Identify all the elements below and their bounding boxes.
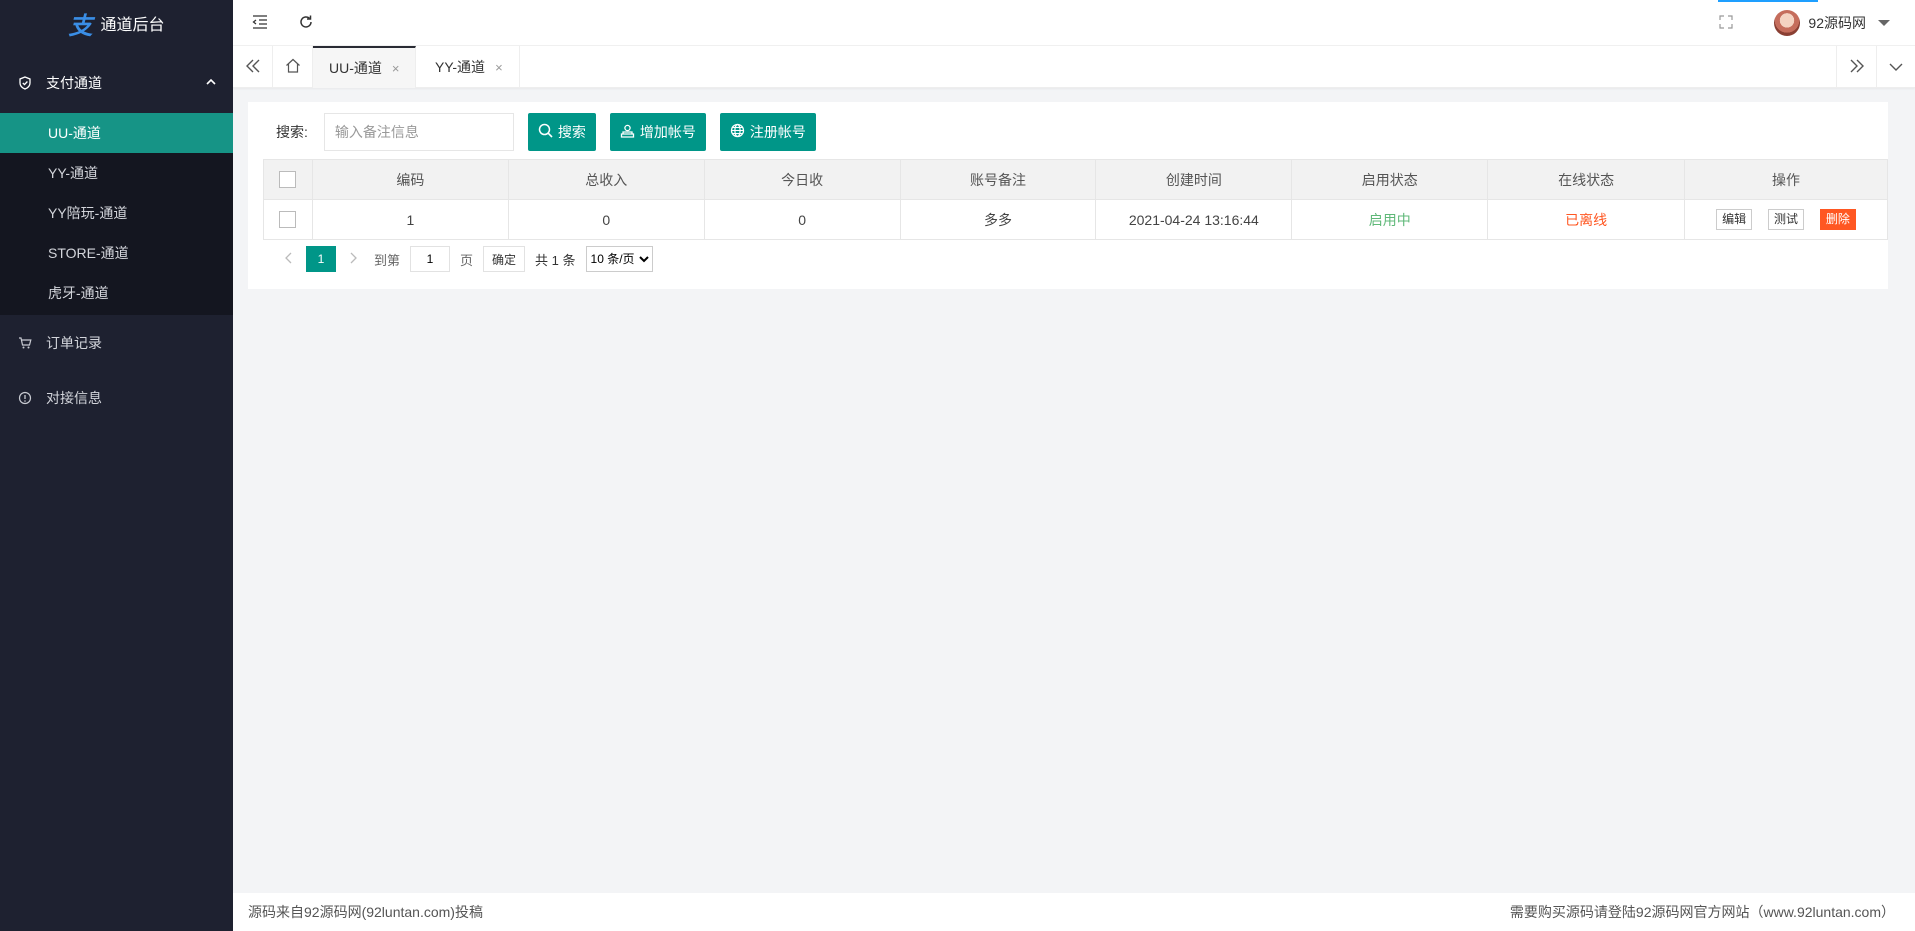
search-button[interactable]: 搜索 <box>527 113 596 151</box>
tab-uu[interactable]: UU-通道 × <box>313 46 417 88</box>
content-card: 搜索: 搜索 增加帐号 注册帐号 编码 <box>248 102 1888 289</box>
add-account-button[interactable]: 增加帐号 <box>609 113 706 151</box>
cell-online-status: 已离线 <box>1487 199 1686 240</box>
nav-group-payment: 支付通道 UU-通道 YY-通道 YY陪玩-通道 STORE-通道 虎牙-通道 <box>0 53 233 315</box>
tab-yy[interactable]: YY-通道 × <box>419 46 520 88</box>
page-size-select[interactable]: 10 条/页 <box>585 246 653 272</box>
sidebar-item-huya[interactable]: 虎牙-通道 <box>0 273 233 313</box>
search-label: 搜索: <box>276 124 308 140</box>
app-logo[interactable]: 支 通道后台 <box>0 0 233 46</box>
col-header-created[interactable]: 创建时间 <box>1095 159 1293 200</box>
top-header: 92源码网 <box>233 0 1915 46</box>
page-number-current[interactable]: 1 <box>306 246 336 272</box>
info-icon <box>18 391 32 405</box>
cell-remark: 多多 <box>899 199 1097 240</box>
sidebar-item-uu[interactable]: UU-通道 <box>0 113 233 153</box>
sidebar-item-integration-label: 对接信息 <box>46 389 102 406</box>
fullscreen-icon <box>1719 14 1733 32</box>
cell-actions: 编辑 测试 删除 <box>1684 199 1888 240</box>
delete-button[interactable]: 删除 <box>1819 209 1856 230</box>
table-header-row: 编码 总收入 今日收 账号备注 创建时间 启用状态 在线状态 操作 <box>263 159 1888 200</box>
register-account-button[interactable]: 注册帐号 <box>719 113 816 151</box>
sidebar-item-orders[interactable]: 订单记录 <box>0 315 233 370</box>
cell-enabled-status: 启用中 <box>1291 199 1489 240</box>
footer-left-text: 源码来自92源码网(92luntan.com)投稿 <box>248 904 483 920</box>
footer-right-text: 需要购买源码请登陆92源码网官方网站（www.92luntan.com） <box>1509 904 1895 920</box>
register-account-label: 注册帐号 <box>749 124 806 140</box>
sidebar-item-orders-label: 订单记录 <box>46 334 102 351</box>
menu-collapse-button[interactable] <box>240 0 280 46</box>
accounts-table: 编码 总收入 今日收 账号备注 创建时间 启用状态 在线状态 操作 1 0 0 … <box>263 159 1888 240</box>
row-checkbox[interactable] <box>279 211 297 229</box>
goto-label: 到第 <box>374 252 401 268</box>
shield-check-icon <box>18 76 32 90</box>
col-header-enabled[interactable]: 启用状态 <box>1291 159 1489 200</box>
select-all-cell <box>263 159 313 200</box>
close-icon[interactable]: × <box>495 60 503 75</box>
col-header-actions: 操作 <box>1684 159 1888 200</box>
tabs-scroll-right-button[interactable] <box>1836 46 1876 88</box>
double-chevron-left-icon <box>245 59 261 76</box>
footer: 源码来自92源码网(92luntan.com)投稿 需要购买源码请登陆92源码网… <box>233 893 1915 931</box>
add-user-icon <box>620 124 635 141</box>
tabs-scroll-left-button[interactable] <box>233 46 273 88</box>
indent-icon <box>252 14 268 32</box>
tabs-menu-button[interactable] <box>1876 46 1915 88</box>
pagination: 1 到第 页 确定 共 1 条 10 条/页 <box>276 245 653 273</box>
cart-icon <box>18 336 32 350</box>
app-title: 通道后台 <box>100 17 165 34</box>
fullscreen-button[interactable] <box>1706 0 1746 46</box>
select-all-checkbox[interactable] <box>279 171 297 189</box>
chevron-up-icon <box>205 75 217 91</box>
table-row: 1 0 0 多多 2021-04-24 13:16:44 启用中 已离线 编辑 … <box>263 199 1888 240</box>
col-header-today[interactable]: 今日收 <box>703 159 901 200</box>
col-header-online[interactable]: 在线状态 <box>1487 159 1686 200</box>
refresh-button[interactable] <box>286 0 326 46</box>
total-count: 共 1 条 <box>535 252 576 268</box>
page-unit-label: 页 <box>460 252 474 268</box>
cell-code: 1 <box>311 199 509 240</box>
globe-icon <box>730 123 745 141</box>
col-header-total[interactable]: 总收入 <box>507 159 705 200</box>
sidebar-item-yy-peiwan[interactable]: YY陪玩-通道 <box>0 193 233 233</box>
next-page-icon[interactable] <box>342 252 366 267</box>
search-toolbar: 搜索: 搜索 增加帐号 注册帐号 <box>276 112 816 152</box>
search-icon <box>538 123 553 141</box>
cell-today: 0 <box>703 199 901 240</box>
double-chevron-right-icon <box>1849 59 1865 76</box>
tab-uu-label: UU-通道 <box>329 60 382 76</box>
close-icon[interactable]: × <box>392 61 400 76</box>
nav-group-payment-label: 支付通道 <box>46 75 102 91</box>
cell-total: 0 <box>507 199 705 240</box>
col-header-code[interactable]: 编码 <box>311 159 509 200</box>
prev-page-icon[interactable] <box>276 252 300 267</box>
user-name: 92源码网 <box>1808 15 1866 31</box>
avatar <box>1774 10 1801 36</box>
row-select-cell <box>263 199 313 240</box>
cell-created: 2021-04-24 13:16:44 <box>1095 199 1293 240</box>
caret-down-icon <box>1878 20 1890 26</box>
nav-group-payment-header[interactable]: 支付通道 <box>0 53 233 113</box>
logo-mark: 支 <box>68 12 93 40</box>
test-button[interactable]: 测试 <box>1768 209 1805 230</box>
edit-button[interactable]: 编辑 <box>1716 209 1753 230</box>
payment-submenu: UU-通道 YY-通道 YY陪玩-通道 STORE-通道 虎牙-通道 <box>0 113 233 315</box>
goto-confirm-button[interactable]: 确定 <box>483 246 526 272</box>
chevron-down-icon <box>1889 59 1903 75</box>
sidebar-item-store[interactable]: STORE-通道 <box>0 233 233 273</box>
tab-yy-label: YY-通道 <box>435 59 486 75</box>
tab-bar: UU-通道 × YY-通道 × <box>233 46 1915 88</box>
home-icon <box>285 58 301 76</box>
add-account-label: 增加帐号 <box>639 124 696 140</box>
sidebar-item-yy[interactable]: YY-通道 <box>0 153 233 193</box>
user-menu[interactable]: 92源码网 <box>1774 0 1890 46</box>
sidebar-item-integration[interactable]: 对接信息 <box>0 370 233 425</box>
home-tab[interactable] <box>273 46 313 88</box>
col-header-remark[interactable]: 账号备注 <box>899 159 1097 200</box>
refresh-icon <box>298 14 314 33</box>
search-button-label: 搜索 <box>557 124 586 140</box>
search-input[interactable] <box>323 113 514 151</box>
goto-page-input[interactable] <box>410 246 451 272</box>
sidebar: 支 通道后台 支付通道 UU-通道 YY-通道 YY陪玩-通道 STORE-通道… <box>0 0 233 931</box>
